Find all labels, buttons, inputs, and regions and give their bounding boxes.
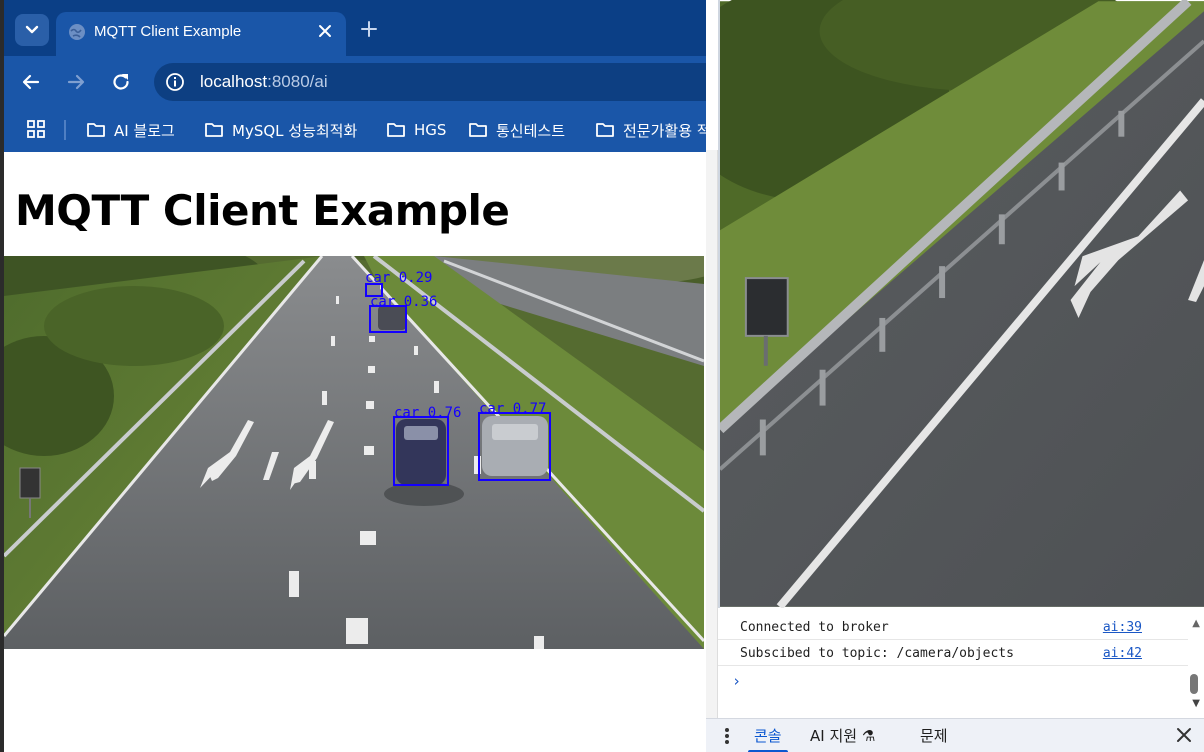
url-host: localhost (200, 72, 268, 91)
console-message-text: Connected to broker (740, 620, 889, 635)
camera-zoom-view (718, 0, 1204, 608)
back-arrow-icon[interactable] (19, 70, 43, 94)
tab-title: MQTT Client Example (94, 23, 242, 40)
tab-console[interactable]: 콘솔 (742, 719, 794, 752)
console-message: Subscibed to topic: /camera/objects ai:4… (718, 640, 1188, 666)
close-icon[interactable] (1176, 727, 1192, 743)
console-prompt[interactable]: › (732, 672, 741, 690)
folder-icon (205, 123, 223, 137)
tab-search-button[interactable] (15, 14, 49, 46)
bookmark-label: MySQL 성능최적화 (232, 121, 358, 140)
bookmarks-separator (64, 120, 66, 140)
detection-label: car 0.77 (479, 401, 546, 417)
console-log: ▲ Connected to broker ai:39 Subscibed to… (718, 610, 1204, 716)
url-text[interactable]: localhost:8080/ai (200, 72, 328, 92)
devtools-edge (706, 150, 718, 720)
plus-icon[interactable] (360, 20, 378, 38)
page-content: MQTT Client Example car 0.29 car 0.36 ca… (4, 154, 716, 752)
bookmark-expert[interactable]: 전문가활용 적 (595, 117, 711, 143)
devtools-panel: ▲ Connected to broker ai:39 Subscibed to… (706, 0, 1204, 752)
folder-icon (387, 123, 405, 137)
detection-label: car 0.29 (365, 270, 432, 286)
detection-label: car 0.36 (370, 294, 437, 310)
chevron-down-icon (25, 25, 39, 34)
console-message: Connected to broker ai:39 (718, 614, 1188, 640)
tab-ai-assistance[interactable]: AI 지원 ⚗ (798, 719, 887, 752)
console-source-link[interactable]: ai:42 (1103, 646, 1142, 661)
tab-strip: MQTT Client Example (4, 0, 716, 56)
scroll-up-icon[interactable]: ▲ (1192, 618, 1200, 629)
reload-icon[interactable] (109, 70, 133, 94)
url-path: :8080/ai (267, 72, 328, 91)
scroll-down-icon[interactable]: ▼ (1192, 698, 1200, 709)
bookmark-ai-blog[interactable]: AI 블로그 (86, 117, 175, 143)
detection-label: car 0.76 (394, 405, 461, 421)
browser-window: MQTT Client Example localhost:8080/ai AI… (4, 0, 716, 752)
detection-video-frame: car 0.29 car 0.36 car 0.76 car 0.77 (4, 256, 704, 649)
navigation-toolbar: localhost:8080/ai (4, 56, 716, 108)
folder-icon (469, 123, 487, 137)
devtools-drawer-tabs: 콘솔 AI 지원 ⚗ 문제 (706, 718, 1204, 752)
console-message-text: Subscibed to topic: /camera/objects (740, 646, 1014, 661)
forward-arrow-icon[interactable] (64, 70, 88, 94)
bookmarks-bar: AI 블로그 MySQL 성능최적화 HGS 통신테스트 전문가활용 적 (4, 108, 716, 152)
globe-icon (69, 24, 85, 40)
more-options-icon[interactable] (724, 727, 730, 745)
bookmark-label: 전문가활용 적 (623, 121, 711, 140)
tab-mqtt-client[interactable]: MQTT Client Example (56, 12, 346, 56)
bookmark-comm-test[interactable]: 통신테스트 (468, 117, 565, 143)
page-title: MQTT Client Example (15, 186, 510, 235)
apps-grid-icon[interactable] (26, 119, 46, 139)
bookmark-label: AI 블로그 (114, 121, 175, 140)
address-bar[interactable]: localhost:8080/ai (154, 63, 716, 101)
info-icon[interactable] (165, 72, 185, 92)
close-icon[interactable] (316, 22, 334, 40)
console-source-link[interactable]: ai:39 (1103, 620, 1142, 635)
bookmark-mysql[interactable]: MySQL 성능최적화 (204, 117, 357, 143)
tab-issues[interactable]: 문제 (908, 719, 960, 752)
bookmark-label: HGS (414, 121, 447, 139)
folder-icon (596, 123, 614, 137)
bookmark-hgs[interactable]: HGS (386, 117, 446, 143)
bookmark-label: 통신테스트 (496, 121, 566, 140)
console-scrollbar-thumb[interactable] (1190, 674, 1198, 694)
folder-icon (87, 123, 105, 137)
